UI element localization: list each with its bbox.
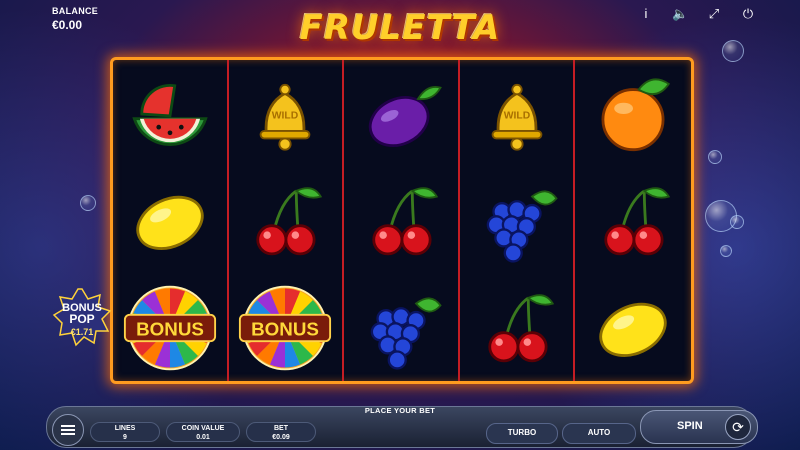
orange-icon <box>601 77 671 151</box>
cherry-symbol <box>344 167 458 274</box>
grapes-icon <box>370 296 442 370</box>
orange-symbol <box>575 60 691 167</box>
grapes-icon <box>486 189 558 263</box>
reel-4: WILD <box>460 60 576 381</box>
cherry-symbol <box>575 167 691 274</box>
grapes-symbol <box>344 274 458 381</box>
cherry-icon <box>604 186 671 255</box>
coin-value-label: COIN VALUE <box>181 425 225 432</box>
lemon-symbol <box>113 167 227 274</box>
bonus-pop-badge: BONUS POP €1.71 <box>52 288 112 347</box>
bubble <box>80 195 96 211</box>
svg-text:WILD: WILD <box>272 110 299 121</box>
bonus-symbol: BONUS <box>113 274 227 381</box>
reel-2: WILD BONUS <box>229 60 345 381</box>
spin-icon: ⟳ <box>725 414 751 440</box>
bet-selector[interactable]: BET €0.09 <box>246 422 316 442</box>
reel-5 <box>575 60 691 381</box>
bonus-pop-line2: POP <box>69 312 94 326</box>
reel-3 <box>344 60 460 381</box>
reel-grid: BONUS WILD BONUS WILD <box>110 57 694 384</box>
bonus-pop-amount: €1.71 <box>71 327 94 337</box>
spin-button[interactable]: SPIN ⟳ <box>640 410 758 444</box>
bell-icon: WILD <box>260 83 311 151</box>
hamburger-icon <box>61 429 75 431</box>
lemon-icon <box>599 302 667 357</box>
bonus-symbol: BONUS <box>229 274 343 381</box>
bonus-icon: BONUS <box>123 285 216 370</box>
grapes-symbol <box>460 167 574 274</box>
lines-selector[interactable]: LINES 9 <box>90 422 160 442</box>
bubble <box>730 215 744 229</box>
bell-icon: WILD <box>491 83 542 151</box>
coin-value-value: 0.01 <box>196 434 210 441</box>
bubble <box>708 150 722 164</box>
bell-symbol: WILD <box>229 60 343 167</box>
auto-button[interactable]: AUTO <box>562 423 636 444</box>
bell-symbol: WILD <box>460 60 574 167</box>
watermelon-symbol <box>113 60 227 167</box>
cherry-icon <box>372 186 439 255</box>
cherry-symbol <box>229 167 343 274</box>
lines-value: 9 <box>123 434 127 441</box>
menu-button[interactable] <box>52 414 84 446</box>
bet-label: BET <box>274 425 288 432</box>
game-logo: FRULETTA <box>299 8 501 48</box>
bonus-icon: BONUS <box>239 285 332 370</box>
svg-text:WILD: WILD <box>503 110 530 121</box>
svg-text:BONUS: BONUS <box>136 318 204 339</box>
bubble <box>720 245 732 257</box>
plum-icon <box>368 85 442 147</box>
bet-value: €0.09 <box>272 434 290 441</box>
cherry-symbol <box>460 274 574 381</box>
plum-symbol <box>344 60 458 167</box>
lemon-symbol <box>575 274 691 381</box>
turbo-button[interactable]: TURBO <box>486 423 558 444</box>
coin-value-selector[interactable]: COIN VALUE 0.01 <box>166 422 240 442</box>
spin-label: SPIN <box>677 420 703 432</box>
lemon-icon <box>136 195 204 250</box>
cherry-icon <box>256 186 323 255</box>
svg-text:BONUS: BONUS <box>251 318 319 339</box>
reel-1: BONUS <box>113 60 229 381</box>
cherry-icon <box>487 293 554 362</box>
lines-label: LINES <box>114 425 136 432</box>
watermelon-icon <box>132 83 208 146</box>
